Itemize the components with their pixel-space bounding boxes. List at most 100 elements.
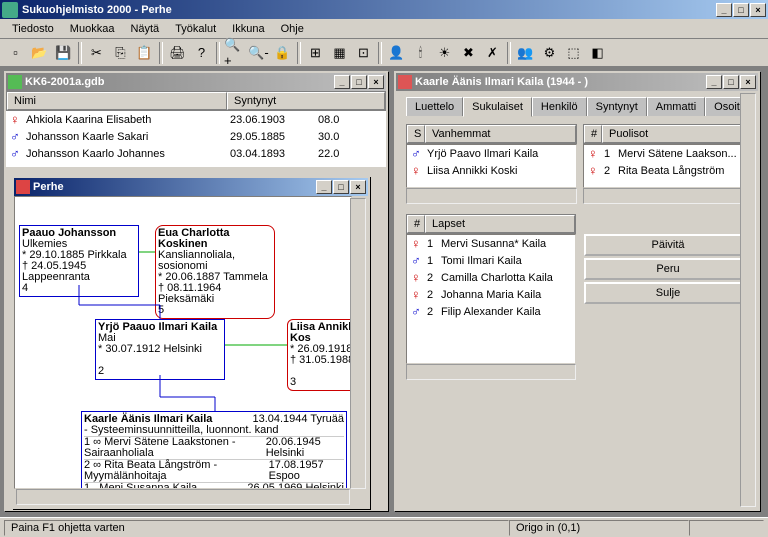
grid-icon[interactable]: ▦: [328, 42, 351, 64]
help-icon[interactable]: ?: [190, 42, 213, 64]
candle-icon[interactable]: 🕯: [409, 42, 432, 64]
detail-vscroll[interactable]: [740, 93, 756, 507]
extra-icon[interactable]: ◧: [586, 42, 609, 64]
tool-icon[interactable]: ⬚: [562, 42, 585, 64]
tree-person-box[interactable]: Paauo JohanssonUlkemies* 29.10.1885 Pirk…: [19, 225, 139, 297]
minimize-button[interactable]: _: [716, 3, 732, 17]
menu-help[interactable]: Ohje: [273, 21, 312, 37]
col-n[interactable]: #: [584, 125, 602, 143]
tree-canvas[interactable]: Paauo JohanssonUlkemies* 29.10.1885 Pirk…: [14, 196, 352, 489]
male-icon: ♂: [411, 253, 427, 268]
tab-henkilo[interactable]: Henkilö: [532, 97, 587, 116]
db-min-button[interactable]: _: [334, 75, 350, 89]
close-detail-button[interactable]: Sulje: [584, 282, 752, 304]
cut-icon[interactable]: ✂: [85, 42, 108, 64]
people-icon[interactable]: 👥: [514, 42, 537, 64]
open-icon[interactable]: 📂: [28, 42, 51, 64]
menu-file[interactable]: Tiedosto: [4, 21, 62, 37]
zoom-in-icon[interactable]: 🔍+: [223, 42, 246, 64]
menu-edit[interactable]: Muokkaa: [62, 21, 123, 37]
children-list[interactable]: ♀1Mervi Susanna* Kaila ♂1Tomi Ilmari Kai…: [406, 234, 576, 364]
perhe-titlebar[interactable]: Perhe _ □ ×: [14, 178, 368, 196]
paste-icon[interactable]: 📋: [133, 42, 156, 64]
menu-tools[interactable]: Työkalut: [167, 21, 224, 37]
col-name[interactable]: Nimi: [7, 92, 227, 110]
tab-luettelo[interactable]: Luettelo: [406, 97, 463, 116]
spouses-hscroll[interactable]: [583, 188, 754, 204]
new-icon[interactable]: ▫: [4, 42, 27, 64]
tab-ammatti[interactable]: Ammatti: [647, 97, 705, 116]
col-n[interactable]: #: [407, 215, 425, 233]
male-icon: ♂: [411, 304, 427, 319]
print-icon[interactable]: 🖨: [166, 42, 189, 64]
person-icon[interactable]: 👤: [385, 42, 408, 64]
col-born[interactable]: Syntynyt: [227, 92, 385, 110]
detail-tabs: Luettelo Sukulaiset Henkilö Syntynyt Amm…: [406, 97, 754, 116]
detail-close-button[interactable]: ×: [740, 75, 756, 89]
app-icon: [2, 2, 18, 18]
lock-icon[interactable]: 🔒: [271, 42, 294, 64]
copy-icon[interactable]: ⎘: [109, 42, 132, 64]
x-icon[interactable]: ✗: [481, 42, 504, 64]
tab-sukulaiset[interactable]: Sukulaiset: [463, 97, 532, 117]
tree-person-box[interactable]: Liisa Annikki Kos* 26.09.1918 H† 31.05.1…: [287, 319, 352, 391]
db-list[interactable]: ♀Ahkiola Kaarina Elisabeth23.06.190308.0…: [6, 111, 386, 167]
detail-titlebar[interactable]: Kaarle Äänis Ilmari Kaila (1944 - ) _ □ …: [396, 73, 758, 91]
parents-hscroll[interactable]: [406, 188, 577, 204]
status-origo: Origo in (0,1): [509, 520, 689, 536]
detail-min-button[interactable]: _: [706, 75, 722, 89]
db-icon: [8, 75, 22, 89]
male-icon: ♂: [10, 146, 26, 161]
perhe-min-button[interactable]: _: [316, 180, 332, 194]
db-max-button[interactable]: □: [351, 75, 367, 89]
statusbar: Paina F1 ohjetta varten Origo in (0,1): [0, 517, 768, 537]
detail-title: Kaarle Äänis Ilmari Kaila (1944 - ): [415, 76, 588, 88]
person-icon: [398, 75, 412, 89]
db-close-button[interactable]: ×: [368, 75, 384, 89]
zoom-out-icon[interactable]: 🔍-: [247, 42, 270, 64]
children-hscroll[interactable]: [406, 364, 576, 380]
female-icon: ♀: [411, 236, 427, 251]
tree-person-box[interactable]: Eua Charlotta KoskinenKansliannoliala, s…: [155, 225, 275, 319]
tree-person-box[interactable]: Yrjö Paauo Ilmari KailaMai* 30.07.1912 H…: [95, 319, 225, 380]
chart-icon[interactable]: ⊡: [352, 42, 375, 64]
save-icon[interactable]: 💾: [52, 42, 75, 64]
detail-max-button[interactable]: □: [723, 75, 739, 89]
spouses-list[interactable]: ♀1Mervi Sätene Laakson... ♀2Rita Beata L…: [583, 144, 754, 188]
female-icon: ♀: [588, 163, 604, 178]
perhe-close-button[interactable]: ×: [350, 180, 366, 194]
db-window-title: KK6-2001a.gdb: [25, 76, 104, 88]
cancel-button[interactable]: Peru: [584, 258, 752, 280]
parents-list[interactable]: ♂Yrjö Paavo Ilmari Kaila ♀Liisa Annikki …: [406, 144, 577, 188]
close-button[interactable]: ×: [750, 3, 766, 17]
tab-syntynyt[interactable]: Syntynyt: [587, 97, 647, 116]
maximize-button[interactable]: □: [733, 3, 749, 17]
perhe-max-button[interactable]: □: [333, 180, 349, 194]
main-titlebar: Sukuohjelmisto 2000 - Perhe _ □ ×: [0, 0, 768, 19]
menu-window[interactable]: Ikkuna: [224, 21, 272, 37]
col-puolisot[interactable]: Puolisot: [602, 125, 753, 143]
update-button[interactable]: Päivitä: [584, 234, 752, 256]
tree-person-box[interactable]: Kaarle Äänis Ilmari Kaila13.04.1944 Tyru…: [81, 411, 347, 489]
toolbar: ▫ 📂 💾 ✂ ⎘ 📋 🖨 ? 🔍+ 🔍- 🔒 ⊞ ▦ ⊡ 👤 🕯 ☀ ✖ ✗ …: [0, 39, 768, 67]
db-list-header: Nimi Syntynyt: [6, 91, 386, 111]
col-s[interactable]: S: [407, 125, 425, 143]
tree-icon[interactable]: ⊞: [304, 42, 327, 64]
gear-icon[interactable]: ⚙: [538, 42, 561, 64]
perhe-window: Perhe _ □ × Paauo JohanssonUlkemies* 29.…: [12, 176, 370, 509]
female-icon: ♀: [411, 287, 427, 302]
menu-view[interactable]: Näytä: [122, 21, 167, 37]
sun-icon[interactable]: ☀: [433, 42, 456, 64]
status-hint: Paina F1 ohjetta varten: [4, 520, 509, 536]
list-item: ♂Johansson Kaarlo Johannes03.04.189322.0: [6, 145, 386, 162]
female-icon: ♀: [411, 163, 427, 178]
col-lapset[interactable]: Lapset: [425, 215, 575, 233]
app-title: Sukuohjelmisto 2000 - Perhe: [22, 4, 172, 16]
db-window-titlebar[interactable]: KK6-2001a.gdb _ □ ×: [6, 73, 386, 91]
family-icon: [16, 180, 30, 194]
mdi-workspace: KK6-2001a.gdb _ □ × Nimi Syntynyt ♀Ahkio…: [0, 67, 768, 517]
col-vanhemmat[interactable]: Vanhemmat: [425, 125, 576, 143]
perhe-hscroll[interactable]: [16, 489, 350, 505]
cross-icon[interactable]: ✖: [457, 42, 480, 64]
perhe-vscroll[interactable]: [350, 198, 366, 489]
